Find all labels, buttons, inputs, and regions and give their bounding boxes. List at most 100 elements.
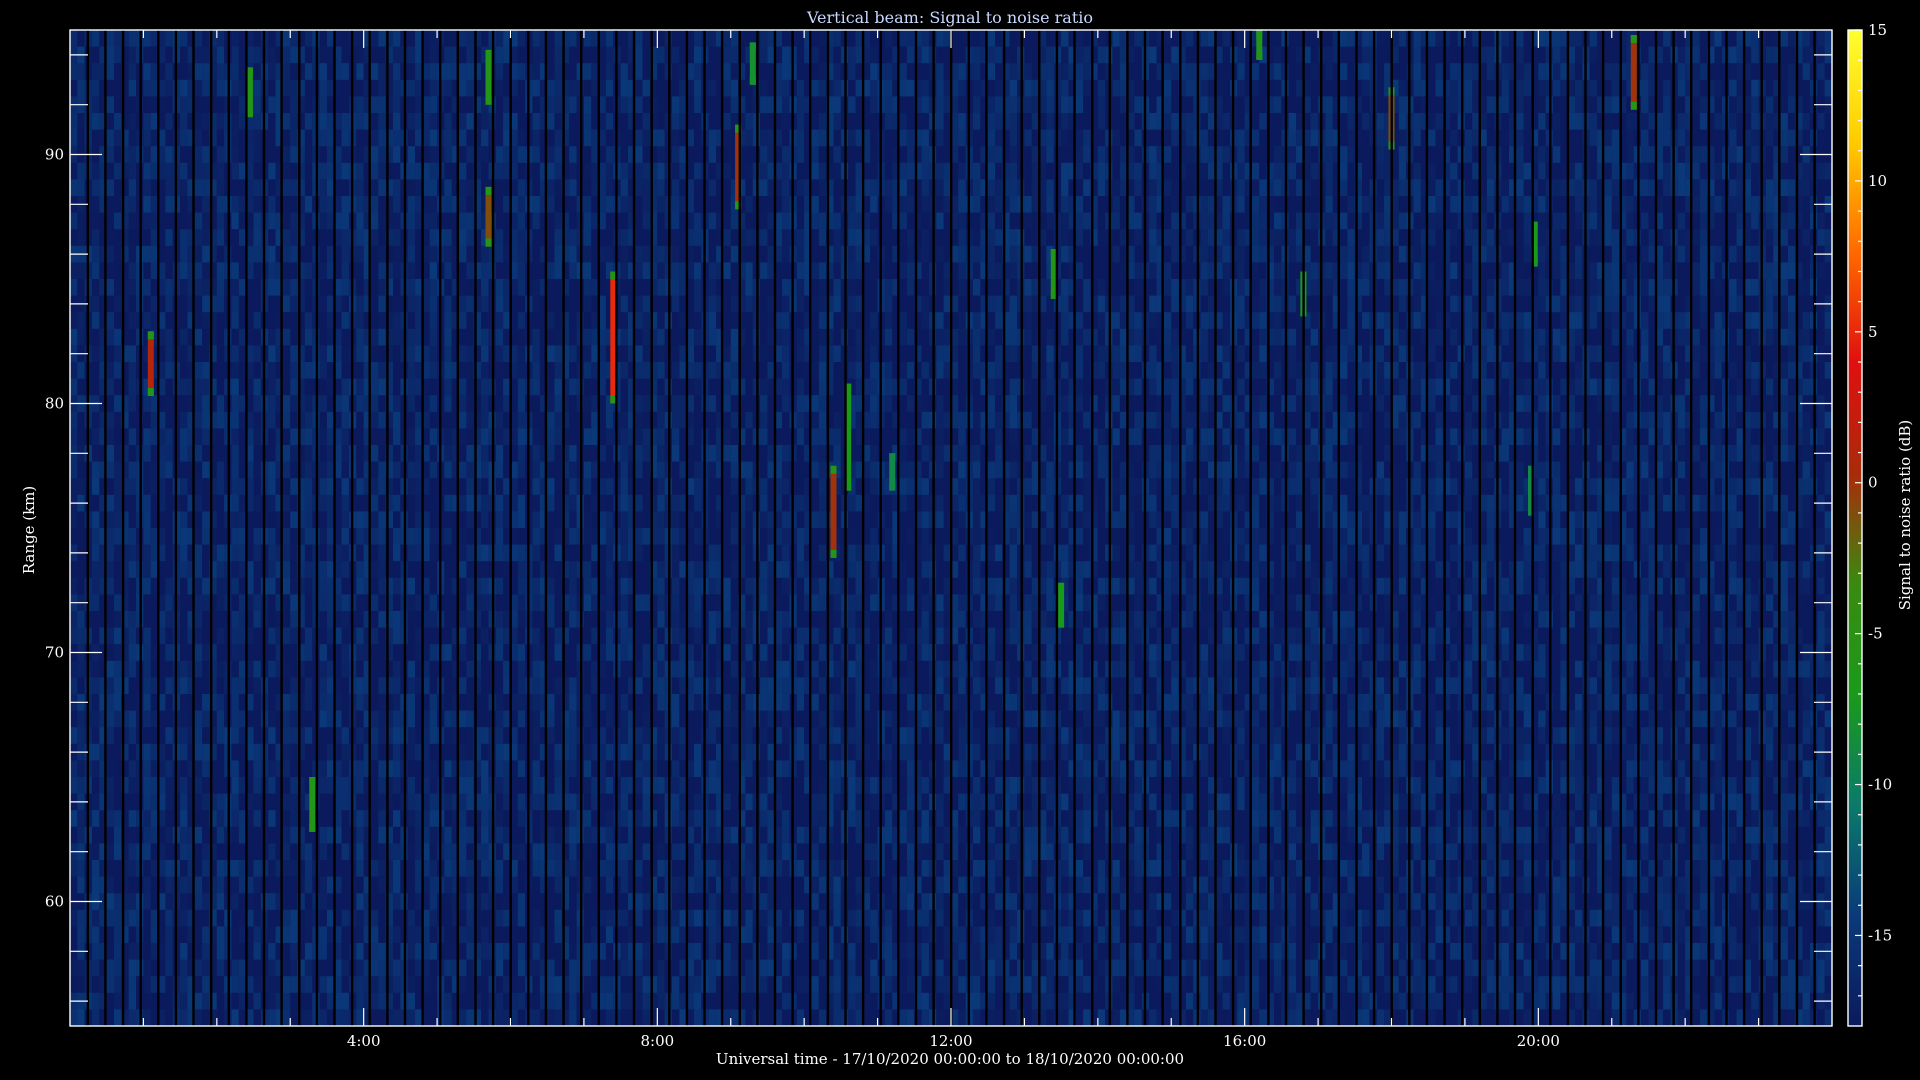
- noise-cell: [517, 909, 526, 927]
- noise-cell: [444, 909, 452, 927]
- noise-cell: [253, 577, 261, 595]
- noise-cell: [327, 79, 335, 97]
- noise-cell: [444, 129, 452, 147]
- noise-cell: [356, 743, 364, 761]
- noise-cell: [429, 113, 437, 131]
- noise-cell: [429, 179, 437, 197]
- noise-cell: [642, 860, 650, 878]
- noise-cell: [216, 760, 225, 778]
- noise-cell: [268, 245, 276, 263]
- noise-cell: [547, 660, 555, 678]
- noise-cell: [92, 777, 100, 795]
- noise-cell: [106, 876, 114, 894]
- noise-cell: [371, 992, 379, 1010]
- noise-cell: [466, 926, 474, 944]
- noise-cell: [253, 1009, 261, 1027]
- noise-cell: [180, 1009, 188, 1027]
- noise-cell: [319, 328, 327, 346]
- noise-cell: [407, 328, 415, 346]
- noise-cell: [517, 777, 526, 795]
- noise-cell: [481, 943, 489, 961]
- noise-cell: [194, 577, 203, 595]
- noise-cell: [238, 395, 247, 413]
- noise-cell: [459, 129, 467, 147]
- noise-cell: [341, 461, 349, 479]
- noise-cell: [290, 976, 298, 994]
- noise-cell: [554, 976, 562, 994]
- noise-cell: [150, 793, 159, 811]
- noise-cell: [620, 810, 628, 828]
- noise-cell: [459, 860, 467, 878]
- noise-cell: [532, 694, 540, 712]
- noise-cell: [92, 1009, 100, 1027]
- noise-cell: [92, 528, 100, 546]
- noise-cell: [290, 494, 298, 512]
- noise-cell: [378, 876, 386, 894]
- noise-cell: [591, 113, 599, 131]
- noise-cell: [165, 229, 173, 247]
- noise-cell: [459, 179, 467, 197]
- noise-cell: [114, 30, 122, 48]
- noise-cell: [268, 196, 276, 214]
- noise-cell: [415, 229, 423, 247]
- noise-cell: [503, 494, 511, 512]
- noise-cell: [378, 909, 386, 927]
- noise-cell: [106, 893, 114, 911]
- noise-cell: [554, 494, 562, 512]
- noise-cell: [238, 611, 247, 629]
- noise-cell: [481, 992, 489, 1010]
- noise-cell: [554, 262, 562, 280]
- noise-cell: [591, 378, 599, 396]
- noise-cell: [481, 312, 489, 330]
- noise-cell: [180, 611, 188, 629]
- noise-cell: [679, 345, 687, 363]
- noise-cell: [114, 826, 122, 844]
- noise-cell: [444, 312, 452, 330]
- noise-cell: [481, 959, 489, 977]
- noise-cell: [319, 1009, 327, 1027]
- noise-cell: [378, 976, 386, 994]
- noise-cell: [341, 428, 349, 446]
- noise-cell: [591, 196, 599, 214]
- noise-cell: [216, 594, 225, 612]
- noise-cell: [290, 843, 298, 861]
- noise-cell: [591, 777, 599, 795]
- noise-cell: [672, 594, 680, 612]
- noise-cell: [319, 577, 327, 595]
- noise-cell: [547, 212, 555, 230]
- noise-cell: [415, 860, 423, 878]
- noise-cell: [635, 146, 643, 164]
- noise-cell: [672, 378, 680, 396]
- noise-cell: [304, 1009, 313, 1027]
- noise-cell: [554, 328, 562, 346]
- noise-cell: [341, 113, 349, 131]
- noise-cell: [393, 943, 401, 961]
- noise-cell: [466, 312, 474, 330]
- noise-cell: [495, 129, 504, 147]
- noise-cell: [642, 777, 650, 795]
- noise-cell: [327, 428, 335, 446]
- noise-cell: [503, 113, 511, 131]
- noise-cell: [679, 378, 687, 396]
- noise-cell: [238, 660, 247, 678]
- noise-cell: [517, 544, 526, 562]
- noise-cell: [407, 146, 415, 164]
- noise-cell: [356, 411, 364, 429]
- noise-cell: [503, 544, 511, 562]
- noise-cell: [679, 245, 687, 263]
- noise-cell: [569, 544, 577, 562]
- noise-cell: [268, 926, 276, 944]
- noise-cell: [268, 411, 276, 429]
- noise-cell: [128, 976, 136, 994]
- noise-cell: [143, 660, 151, 678]
- noise-cell: [77, 461, 85, 479]
- noise-cell: [231, 63, 239, 81]
- noise-cell: [143, 445, 151, 463]
- noise-cell: [202, 494, 210, 512]
- noise-cell: [70, 79, 78, 97]
- noise-cell: [378, 179, 386, 197]
- noise-cell: [517, 63, 526, 81]
- noise-cell: [466, 594, 474, 612]
- noise-cell: [517, 943, 526, 961]
- noise-cell: [495, 96, 504, 114]
